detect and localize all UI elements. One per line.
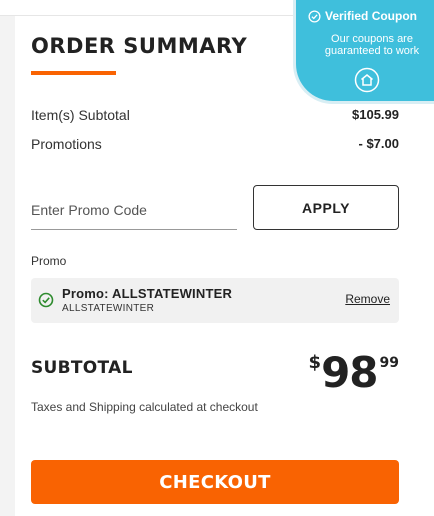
checkout-button[interactable]: CHECKOUT <box>31 460 399 504</box>
subtotal-label: SUBTOTAL <box>31 358 133 378</box>
badge-header: Verified Coupon <box>308 9 417 23</box>
promo-name: Promo: ALLSTATEWINTER <box>62 286 233 301</box>
price-currency: $ <box>308 352 322 373</box>
order-summary-title: ORDER SUMMARY <box>31 34 248 58</box>
check-circle-icon <box>38 292 54 308</box>
promotions-label: Promotions <box>31 136 102 152</box>
price-dollars: 98 <box>321 348 378 397</box>
items-subtotal-label: Item(s) Subtotal <box>31 107 130 123</box>
promo-code-input[interactable] <box>31 190 237 230</box>
remove-promo-link[interactable]: Remove <box>345 292 390 306</box>
apply-button[interactable]: APPLY <box>253 185 399 230</box>
verified-coupon-badge[interactable]: Verified Coupon Our coupons are guarante… <box>293 0 434 104</box>
title-underline <box>31 71 116 75</box>
applied-promo-box: Promo: ALLSTATEWINTER ALLSTATEWINTER Rem… <box>31 278 399 323</box>
items-subtotal-value: $105.99 <box>352 107 399 122</box>
price-cents: 99 <box>379 355 399 371</box>
promotions-value: - $7.00 <box>358 136 399 151</box>
promo-section-label: Promo <box>31 254 67 268</box>
tax-shipping-note: Taxes and Shipping calculated at checkou… <box>31 400 258 414</box>
items-subtotal-row: Item(s) Subtotal $105.99 <box>31 107 399 123</box>
promotions-row: Promotions - $7.00 <box>31 136 399 152</box>
subtotal-price: $ 98 99 <box>309 352 399 396</box>
badge-title: Verified Coupon <box>325 9 418 23</box>
badge-subtitle: Our coupons are guaranteed to work <box>324 33 420 57</box>
promo-code: ALLSTATEWINTER <box>62 303 155 314</box>
house-icon <box>354 67 380 93</box>
page-left-gutter <box>0 16 15 516</box>
verified-check-icon <box>308 9 321 23</box>
